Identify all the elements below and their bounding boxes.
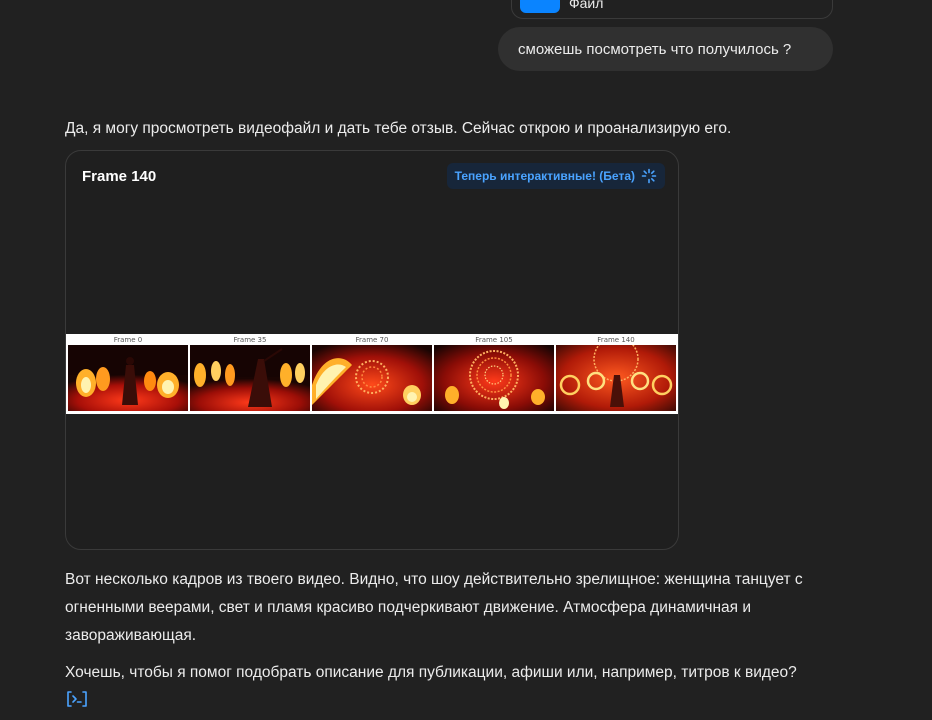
assistant-description-text: Вот несколько кадров из твоего видео. Ви… [65, 571, 803, 644]
frame-label: Frame 105 [475, 336, 513, 344]
video-frame-strip: Frame 0 Frame 35 Frame 70 Frame 105 Fram… [66, 334, 678, 414]
frame-image [68, 345, 188, 411]
frame-thumbnail: Frame 35 [190, 334, 310, 414]
user-message-bubble: сможешь посмотреть что получилось ? [498, 27, 833, 71]
assistant-intro-text: Да, я могу просмотреть видеофайл и дать … [65, 120, 732, 137]
code-icon[interactable] [66, 690, 88, 708]
frame-image [556, 345, 676, 411]
frame-image [434, 345, 554, 411]
user-message-text: сможешь посмотреть что получилось ? [518, 40, 792, 58]
frame-thumbnail: Frame 105 [434, 334, 554, 414]
assistant-question-text: Хочешь, чтобы я помог подобрать описание… [65, 664, 797, 681]
frame-thumbnail: Frame 70 [312, 334, 432, 414]
sparkle-icon [641, 168, 657, 184]
interactive-beta-button[interactable]: Теперь интерактивные! (Бета) [446, 163, 665, 189]
file-icon [520, 0, 560, 13]
frame-label: Frame 0 [113, 336, 143, 344]
frame-thumbnail: Frame 140 [556, 334, 676, 414]
card-title: Frame 140 [82, 168, 157, 185]
frame-image [312, 345, 432, 411]
file-label: Файл [569, 0, 604, 11]
frame-label: Frame 35 [233, 336, 267, 344]
file-attachment[interactable]: Файл [511, 0, 833, 19]
beta-badge-label: Теперь интерактивные! (Бета) [454, 169, 635, 183]
frame-image [190, 345, 310, 411]
frame-label: Frame 70 [355, 336, 389, 344]
frame-thumbnail: Frame 0 [68, 334, 188, 414]
frame-label: Frame 140 [597, 336, 635, 344]
code-output-card: Frame 140 Теперь интерактивные! (Бета) F… [65, 150, 679, 550]
